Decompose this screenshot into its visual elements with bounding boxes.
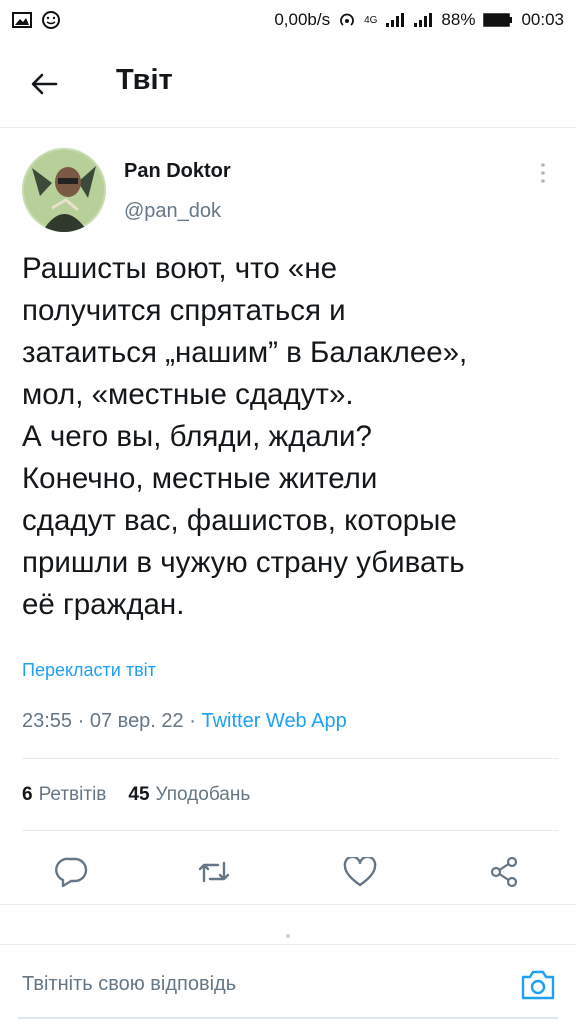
likes-stat[interactable]: 45 Уподобань xyxy=(128,784,250,806)
divider xyxy=(0,904,576,905)
divider xyxy=(22,830,558,831)
signal-icon xyxy=(413,12,433,28)
author-name[interactable]: Pan Doktor xyxy=(124,160,231,183)
signal-icon xyxy=(385,12,405,28)
tweet-actions xyxy=(0,838,576,902)
reply-input-underline xyxy=(18,1017,558,1019)
tweet-date: 07 вер. 22 xyxy=(89,710,184,732)
top-bar: Твіт xyxy=(0,40,576,128)
like-button[interactable] xyxy=(338,850,382,894)
more-vertical-icon xyxy=(540,162,546,184)
translate-link[interactable]: Перекласти твіт xyxy=(22,660,156,681)
reply-icon xyxy=(55,856,89,888)
tweet-text: Рашисты воют, что «не получится спрятать… xyxy=(22,252,468,621)
share-button[interactable] xyxy=(482,850,526,894)
back-button[interactable] xyxy=(22,62,66,106)
retweet-icon xyxy=(197,857,231,887)
more-options-button[interactable] xyxy=(528,158,558,188)
tweet-time: 23:55 xyxy=(22,710,73,732)
retweet-button[interactable] xyxy=(192,850,236,894)
retweets-stat[interactable]: 6 Ретвітів xyxy=(22,784,106,806)
battery-percent: 88% xyxy=(441,10,476,29)
status-right: 0,00b/s 4G 88% 00:03 xyxy=(274,10,564,30)
network-speed: 0,00b/s xyxy=(274,10,331,29)
network-type: 4G xyxy=(364,14,378,26)
author-handle[interactable]: @pan_dok xyxy=(124,200,221,223)
clock: 00:03 xyxy=(521,10,564,29)
reply-input[interactable]: Твітніть свою відповідь xyxy=(22,973,236,996)
heart-icon xyxy=(343,857,377,887)
smiley-icon xyxy=(42,11,60,29)
status-bar: 0,00b/s 4G 88% 00:03 xyxy=(0,0,576,40)
avatar[interactable] xyxy=(22,148,106,232)
likes-count: 45 xyxy=(128,784,150,805)
tweet-stats: 6 Ретвітів 45 Уподобань xyxy=(22,784,250,806)
hotspot-icon xyxy=(338,11,356,29)
camera-button[interactable] xyxy=(518,967,558,1003)
reply-button[interactable] xyxy=(50,850,94,894)
status-left xyxy=(12,11,60,29)
share-icon xyxy=(488,856,520,888)
reply-bar: Твітніть свою відповідь xyxy=(0,944,576,1024)
divider xyxy=(22,758,558,759)
arrow-left-icon xyxy=(30,72,58,96)
tweet-source-link[interactable]: Twitter Web App xyxy=(201,710,346,732)
image-icon xyxy=(12,12,32,28)
scroll-indicator xyxy=(286,934,290,938)
tweet-meta: 23:55 · 07 вер. 22 · Twitter Web App xyxy=(22,710,347,733)
battery-icon xyxy=(483,12,513,28)
meta-separator: · xyxy=(189,710,196,732)
retweets-count: 6 xyxy=(22,784,33,805)
camera-icon xyxy=(520,969,556,1001)
retweets-label: Ретвітів xyxy=(38,784,107,805)
likes-label: Уподобань xyxy=(155,784,251,805)
meta-separator: · xyxy=(77,710,85,732)
page-title: Твіт xyxy=(116,64,173,96)
